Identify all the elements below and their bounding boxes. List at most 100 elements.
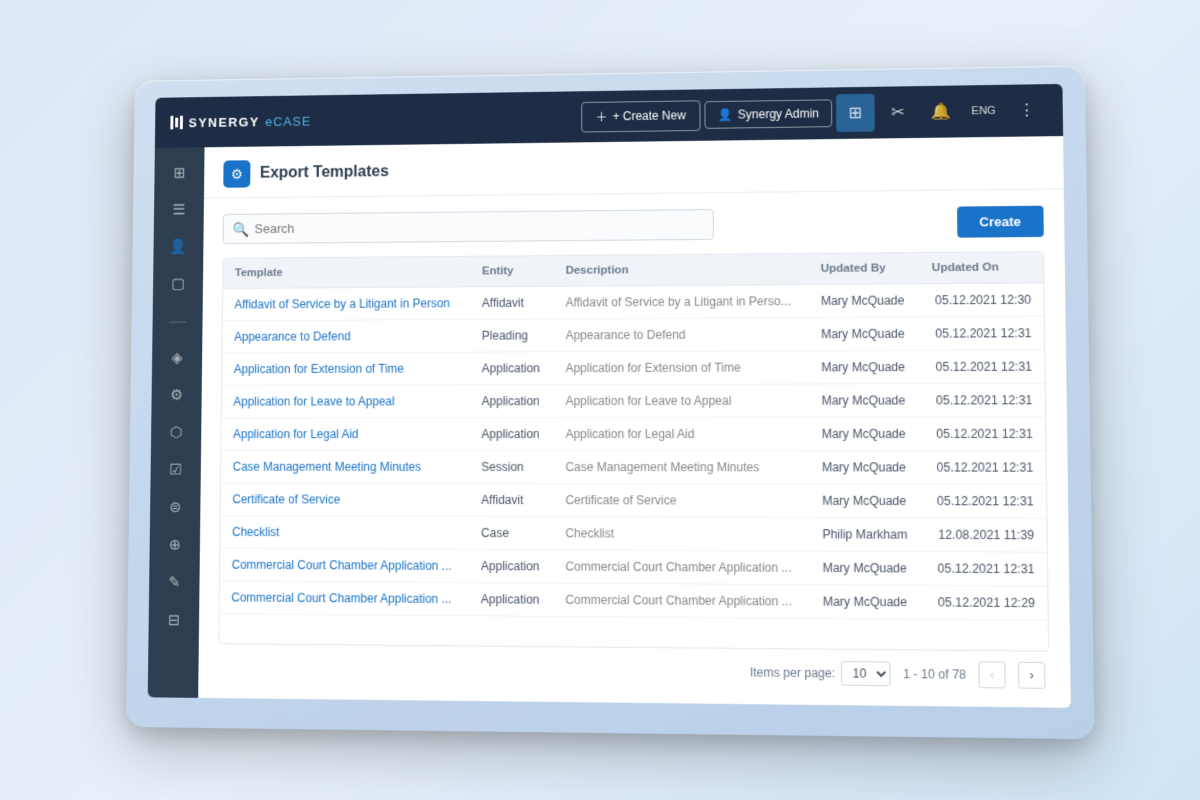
prev-page-button[interactable]: ‹ (978, 661, 1005, 688)
grid-icon: ⊞ (849, 103, 863, 123)
database-icon: ⊜ (169, 498, 181, 516)
search-create-row: 🔍 Create (223, 206, 1044, 244)
edit-icon: ✎ (168, 573, 180, 591)
col-updated-on: Updated On (919, 252, 1043, 284)
user-label: Synergy Admin (738, 106, 819, 121)
more-options-button[interactable]: ⋮ (1007, 91, 1047, 130)
cell-updated-on: 05.12.2021 12:31 (921, 451, 1046, 485)
sidebar-item-list[interactable]: ☰ (160, 192, 199, 227)
main-content: ⚙ Export Templates 🔍 Create (198, 136, 1071, 708)
next-page-button[interactable]: › (1018, 662, 1045, 689)
cell-description: Application for Legal Aid (553, 417, 809, 450)
cell-updated-on: 05.12.2021 12:31 (920, 350, 1044, 384)
network-icon: ⬡ (170, 423, 183, 441)
items-per-page-label: Items per page: (750, 665, 835, 680)
cell-updated-by: Mary McQuade (809, 284, 920, 318)
table-row: Application for Leave to AppealApplicati… (222, 383, 1045, 417)
cell-updated-on: 05.12.2021 12:31 (921, 383, 1045, 417)
sidebar-item-dashboard[interactable]: ⊞ (160, 155, 199, 190)
lang-button[interactable]: ENG (964, 92, 1003, 131)
settings-icon: ⚙ (170, 386, 183, 404)
logo-synergy-text: SYNERGY (188, 114, 259, 130)
sidebar-item-edit[interactable]: ✎ (155, 564, 194, 600)
cell-updated-on: 05.12.2021 12:31 (920, 316, 1044, 350)
cell-updated-by: Mary McQuade (810, 585, 922, 620)
cell-template[interactable]: Commercial Court Chamber Application ... (220, 581, 470, 616)
create-button-label: Create (979, 214, 1021, 229)
col-entity: Entity (470, 256, 554, 287)
cell-description: Affidavit of Service by a Litigant in Pe… (554, 285, 809, 319)
list-icon: ☰ (172, 201, 185, 219)
cell-entity: Pleading (470, 319, 554, 352)
sidebar-item-people[interactable]: 👤 (159, 229, 198, 264)
cell-template[interactable]: Affidavit of Service by a Litigant in Pe… (223, 287, 470, 321)
search-input[interactable] (223, 209, 714, 244)
user-icon: 👤 (718, 108, 733, 122)
table-row: Commercial Court Chamber Application ...… (220, 548, 1047, 586)
more-icon: ⋮ (1018, 100, 1035, 120)
cell-template[interactable]: Certificate of Service (221, 483, 470, 516)
cell-entity: Application (470, 385, 554, 418)
cell-entity: Application (469, 549, 553, 583)
cell-updated-on: 05.12.2021 12:31 (922, 484, 1047, 518)
bell-icon: 🔔 (930, 102, 951, 122)
cell-updated-on: 05.12.2021 12:29 (923, 585, 1048, 620)
tasks-icon: ☑ (169, 461, 182, 479)
cell-updated-on: 05.12.2021 12:31 (921, 417, 1046, 451)
user-button[interactable]: 👤 Synergy Admin (705, 99, 832, 129)
app-logo: SYNERGYeCASE (170, 109, 580, 129)
plus-icon: ＋ (596, 108, 608, 125)
create-button[interactable]: Create (957, 206, 1044, 238)
cell-template[interactable]: Appearance to Defend (222, 319, 470, 353)
table-row: ChecklistCaseChecklistPhilip Markham12.0… (220, 516, 1047, 553)
people-icon: 👤 (169, 238, 187, 256)
tools-icon: ✂ (891, 102, 905, 122)
table-row: Appearance to DefendPleadingAppearance t… (222, 316, 1044, 353)
search-wrapper: 🔍 (223, 209, 714, 244)
cell-updated-by: Philip Markham (810, 518, 922, 552)
table-row: Case Management Meeting MinutesSessionCa… (221, 450, 1046, 484)
sidebar-item-documents[interactable]: ▢ (159, 266, 198, 301)
col-updated-by: Updated By (808, 253, 919, 284)
sidebar-item-database[interactable]: ⊜ (156, 489, 195, 525)
cell-updated-by: Mary McQuade (810, 451, 922, 485)
cell-updated-on: 05.12.2021 12:31 (922, 552, 1047, 587)
sidebar-item-tasks[interactable]: ☑ (156, 452, 195, 488)
shield-icon: ◈ (171, 349, 182, 367)
create-new-button[interactable]: ＋ + Create New (581, 100, 701, 132)
search-icon: 🔍 (232, 221, 249, 238)
table-row: Commercial Court Chamber Application ...… (220, 581, 1048, 620)
cell-template[interactable]: Application for Extension of Time (222, 352, 470, 385)
pagination-row: Items per page: 10 5 25 50 1 - 10 of 78 … (218, 644, 1050, 691)
tools-icon-button[interactable]: ✂ (879, 93, 918, 131)
items-per-page-section: Items per page: 10 5 25 50 (750, 660, 891, 686)
add-icon: ⊕ (169, 536, 181, 554)
cell-description: Checklist (553, 517, 810, 551)
cell-entity: Session (469, 450, 553, 483)
col-description: Description (554, 254, 809, 286)
gear-icon: ⚙ (231, 166, 243, 183)
sidebar: ⊞ ☰ 👤 ▢ — ◈ ⚙ ⬡ ☑ ⊜ ⊕ ✎ ⊟ (148, 147, 205, 698)
table-row: Affidavit of Service by a Litigant in Pe… (223, 283, 1044, 321)
cell-template[interactable]: Application for Legal Aid (221, 418, 469, 451)
cell-description: Application for Leave to Appeal (554, 384, 810, 418)
cell-updated-on: 05.12.2021 12:30 (920, 283, 1044, 317)
sidebar-item-page[interactable]: ⊟ (154, 602, 193, 638)
cell-entity: Case (469, 516, 553, 549)
cell-updated-on: 12.08.2021 11:39 (922, 518, 1047, 552)
bell-icon-button[interactable]: 🔔 (921, 92, 960, 130)
table-row: Application for Extension of TimeApplica… (222, 350, 1045, 386)
sidebar-item-settings[interactable]: ⚙ (157, 377, 196, 412)
sidebar-item-shield[interactable]: ◈ (158, 340, 197, 375)
cell-entity: Application (470, 352, 554, 385)
cell-updated-by: Mary McQuade (809, 317, 921, 351)
cell-template[interactable]: Application for Leave to Appeal (222, 385, 470, 418)
cell-template[interactable]: Checklist (220, 516, 469, 550)
topnav-actions: ＋ + Create New 👤 Synergy Admin ⊞ ✂ 🔔 (581, 91, 1047, 135)
sidebar-item-add[interactable]: ⊕ (155, 527, 194, 563)
sidebar-item-network[interactable]: ⬡ (157, 414, 196, 449)
cell-template[interactable]: Commercial Court Chamber Application ... (220, 548, 469, 582)
per-page-select[interactable]: 10 5 25 50 (841, 661, 891, 686)
cell-template[interactable]: Case Management Meeting Minutes (221, 450, 470, 483)
grid-icon-button[interactable]: ⊞ (836, 94, 875, 132)
